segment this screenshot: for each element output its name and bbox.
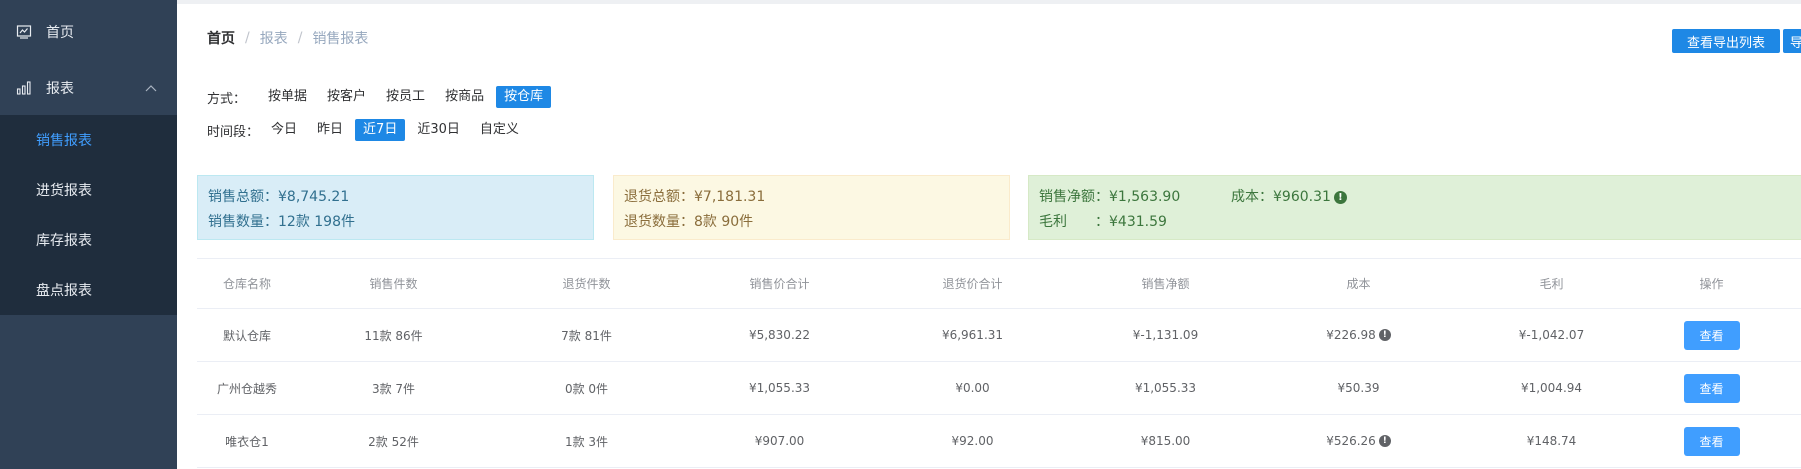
- cell-sales-amount: ¥1,055.33: [748, 381, 811, 395]
- cell-net-sales: ¥815.00: [1140, 434, 1191, 448]
- breadcrumb: 首页 / 报表 / 销售报表: [207, 28, 368, 48]
- cell-gross-profit: ¥1,004.94: [1520, 381, 1583, 395]
- gross-profit: 毛利 ：¥431.59: [1039, 214, 1167, 230]
- mode-filter-row: 方式： 按单据 按客户 按员工 按商品 按仓库: [207, 86, 555, 108]
- top-divider: [177, 0, 1801, 4]
- col-header-sales-amount: 销售价合计: [749, 277, 810, 291]
- cell-sales-qty: 2款 52件: [368, 434, 419, 449]
- sidebar-item-purchase-report[interactable]: 进货报表: [0, 165, 177, 215]
- return-count: 退货数量：8款 90件: [624, 214, 754, 230]
- mode-option-by-warehouse[interactable]: 按仓库: [496, 86, 552, 108]
- cell-actions: 查看: [1648, 309, 1775, 361]
- period-option-last-7-days[interactable]: 近7日: [355, 119, 406, 141]
- period-option-today[interactable]: 今日: [263, 119, 305, 141]
- cell-cost: ¥50.39: [1337, 381, 1380, 395]
- cost-info-icon[interactable]: !: [1378, 329, 1391, 341]
- return-summary-card: 退货总额：¥7,181.31 退货数量：8款 90件: [613, 175, 1010, 240]
- period-option-last-30-days[interactable]: 近30日: [409, 119, 468, 141]
- period-option-custom[interactable]: 自定义: [472, 119, 527, 141]
- cell-return-amount: ¥0.00: [955, 381, 990, 395]
- col-header-actions: 操作: [1699, 277, 1724, 291]
- breadcrumb-reports[interactable]: 报表: [260, 28, 288, 48]
- table-header-row: 仓库名称 销售件数 退货件数 销售价合计 退货价合计 销售净额 成本 毛利 操作: [197, 259, 1801, 309]
- cell-gross-profit: ¥-1,042.07: [1518, 328, 1585, 342]
- sidebar-item-home-label: 首页: [46, 25, 74, 41]
- col-header-sales-qty: 销售件数: [369, 277, 418, 291]
- cell-net-sales: ¥-1,131.09: [1132, 328, 1199, 342]
- cell-sales-amount: ¥5,830.22: [748, 328, 811, 342]
- sidebar-item-sales-report[interactable]: 销售报表: [0, 115, 177, 165]
- view-button[interactable]: 查看: [1683, 320, 1740, 350]
- breadcrumb-current: 销售报表: [312, 31, 369, 47]
- bar-chart-icon: [16, 81, 31, 95]
- col-header-gross-profit: 毛利: [1539, 277, 1564, 291]
- cell-warehouse: 默认仓库: [222, 328, 271, 343]
- cell-cost: ¥226.98!: [1262, 309, 1455, 361]
- cell-gross-profit: ¥148.74: [1526, 434, 1577, 448]
- breadcrumb-home[interactable]: 首页: [207, 28, 235, 48]
- sales-summary-card: 销售总额：¥8,745.21 销售数量：12款 198件: [197, 175, 594, 240]
- cell-return-amount: ¥6,961.31: [941, 328, 1004, 342]
- sales-total: 销售总额：¥8,745.21: [208, 189, 350, 205]
- sidebar-item-reports[interactable]: 报表: [0, 60, 177, 116]
- return-total: 退货总额：¥7,181.31: [624, 189, 766, 205]
- sidebar-item-stocktake-report[interactable]: 盘点报表: [0, 265, 177, 315]
- mode-label: 方式：: [207, 91, 247, 107]
- sales-count: 销售数量：12款 198件: [208, 214, 355, 230]
- period-filter-row: 时间段： 今日 昨日 近7日 近30日 自定义: [207, 119, 531, 141]
- view-button[interactable]: 查看: [1683, 426, 1740, 456]
- sidebar-item-home[interactable]: 首页: [0, 4, 177, 60]
- col-header-return-qty: 退货件数: [562, 277, 611, 291]
- reports-submenu: 销售报表 进货报表 库存报表 盘点报表: [0, 115, 177, 315]
- col-header-net-sales: 销售净额: [1141, 277, 1190, 291]
- main-content: 首页 / 报表 / 销售报表 查看导出列表 导 方式： 按单据 按客户 按员工 …: [177, 0, 1801, 469]
- cell-sales-amount: ¥907.00: [754, 434, 805, 448]
- table-row: 唯衣仓1 2款 52件 1款 3件 ¥907.00 ¥92.00 ¥815.00…: [197, 415, 1801, 468]
- app-root: 首页 报表 销售报表 进货报表 库存报表 盘点报表 首页 / 报表 / 销售报表…: [0, 0, 1801, 469]
- chevron-up-icon: [145, 85, 157, 92]
- sidebar: 首页 报表 销售报表 进货报表 库存报表 盘点报表: [0, 0, 177, 469]
- cell-return-qty: 1款 3件: [564, 434, 609, 449]
- cell-actions: 查看: [1648, 415, 1775, 467]
- dashboard-icon: [16, 25, 32, 39]
- cell-return-qty: 0款 0件: [564, 381, 609, 396]
- mode-option-by-product[interactable]: 按商品: [437, 86, 492, 108]
- cost-info-icon[interactable]: !: [1378, 435, 1391, 447]
- cell-actions: 查看: [1648, 362, 1775, 414]
- col-header-return-amount: 退货价合计: [942, 277, 1003, 291]
- cell-return-qty: 7款 81件: [561, 328, 612, 343]
- view-export-list-button[interactable]: 查看导出列表: [1672, 29, 1780, 53]
- table-row: 默认仓库 11款 86件 7款 81件 ¥5,830.22 ¥6,961.31 …: [197, 309, 1801, 362]
- view-button[interactable]: 查看: [1683, 373, 1740, 403]
- period-label: 时间段：: [207, 124, 260, 140]
- cell-warehouse: 广州仓越秀: [216, 381, 277, 396]
- cell-cost-value: ¥526.26: [1326, 434, 1376, 448]
- cell-warehouse: 唯衣仓1: [225, 434, 269, 449]
- mode-option-by-customer[interactable]: 按客户: [319, 86, 374, 108]
- mode-option-by-document[interactable]: 按单据: [260, 86, 315, 108]
- export-button[interactable]: 导: [1783, 29, 1801, 53]
- sidebar-item-inventory-report[interactable]: 库存报表: [0, 215, 177, 265]
- cell-cost-value: ¥226.98: [1326, 328, 1376, 342]
- breadcrumb-separator: /: [297, 30, 303, 46]
- col-header-cost: 成本: [1346, 277, 1371, 291]
- cost-value: 成本：¥960.31: [1231, 189, 1331, 205]
- net-sales: 销售净额：¥1,563.90: [1039, 189, 1181, 205]
- cell-sales-qty: 11款 86件: [364, 328, 423, 343]
- period-option-yesterday[interactable]: 昨日: [309, 119, 351, 141]
- cell-sales-qty: 3款 7件: [371, 381, 416, 396]
- col-header-warehouse: 仓库名称: [222, 277, 271, 291]
- net-summary-card: 销售净额：¥1,563.90 成本：¥960.31! 毛利 ：¥431.59: [1028, 175, 1801, 240]
- cost-summary: 成本：¥960.31!: [1231, 186, 1347, 206]
- table-row: 广州仓越秀 3款 7件 0款 0件 ¥1,055.33 ¥0.00 ¥1,055…: [197, 362, 1801, 415]
- report-table: 仓库名称 销售件数 退货件数 销售价合计 退货价合计 销售净额 成本 毛利 操作…: [197, 258, 1801, 468]
- cost-info-icon[interactable]: !: [1333, 190, 1347, 204]
- breadcrumb-separator: /: [245, 30, 250, 46]
- cell-return-amount: ¥92.00: [951, 434, 994, 448]
- cell-cost: ¥526.26!: [1262, 415, 1455, 467]
- mode-option-by-employee[interactable]: 按员工: [378, 86, 433, 108]
- cell-net-sales: ¥1,055.33: [1134, 381, 1197, 395]
- sidebar-item-reports-label: 报表: [46, 81, 74, 97]
